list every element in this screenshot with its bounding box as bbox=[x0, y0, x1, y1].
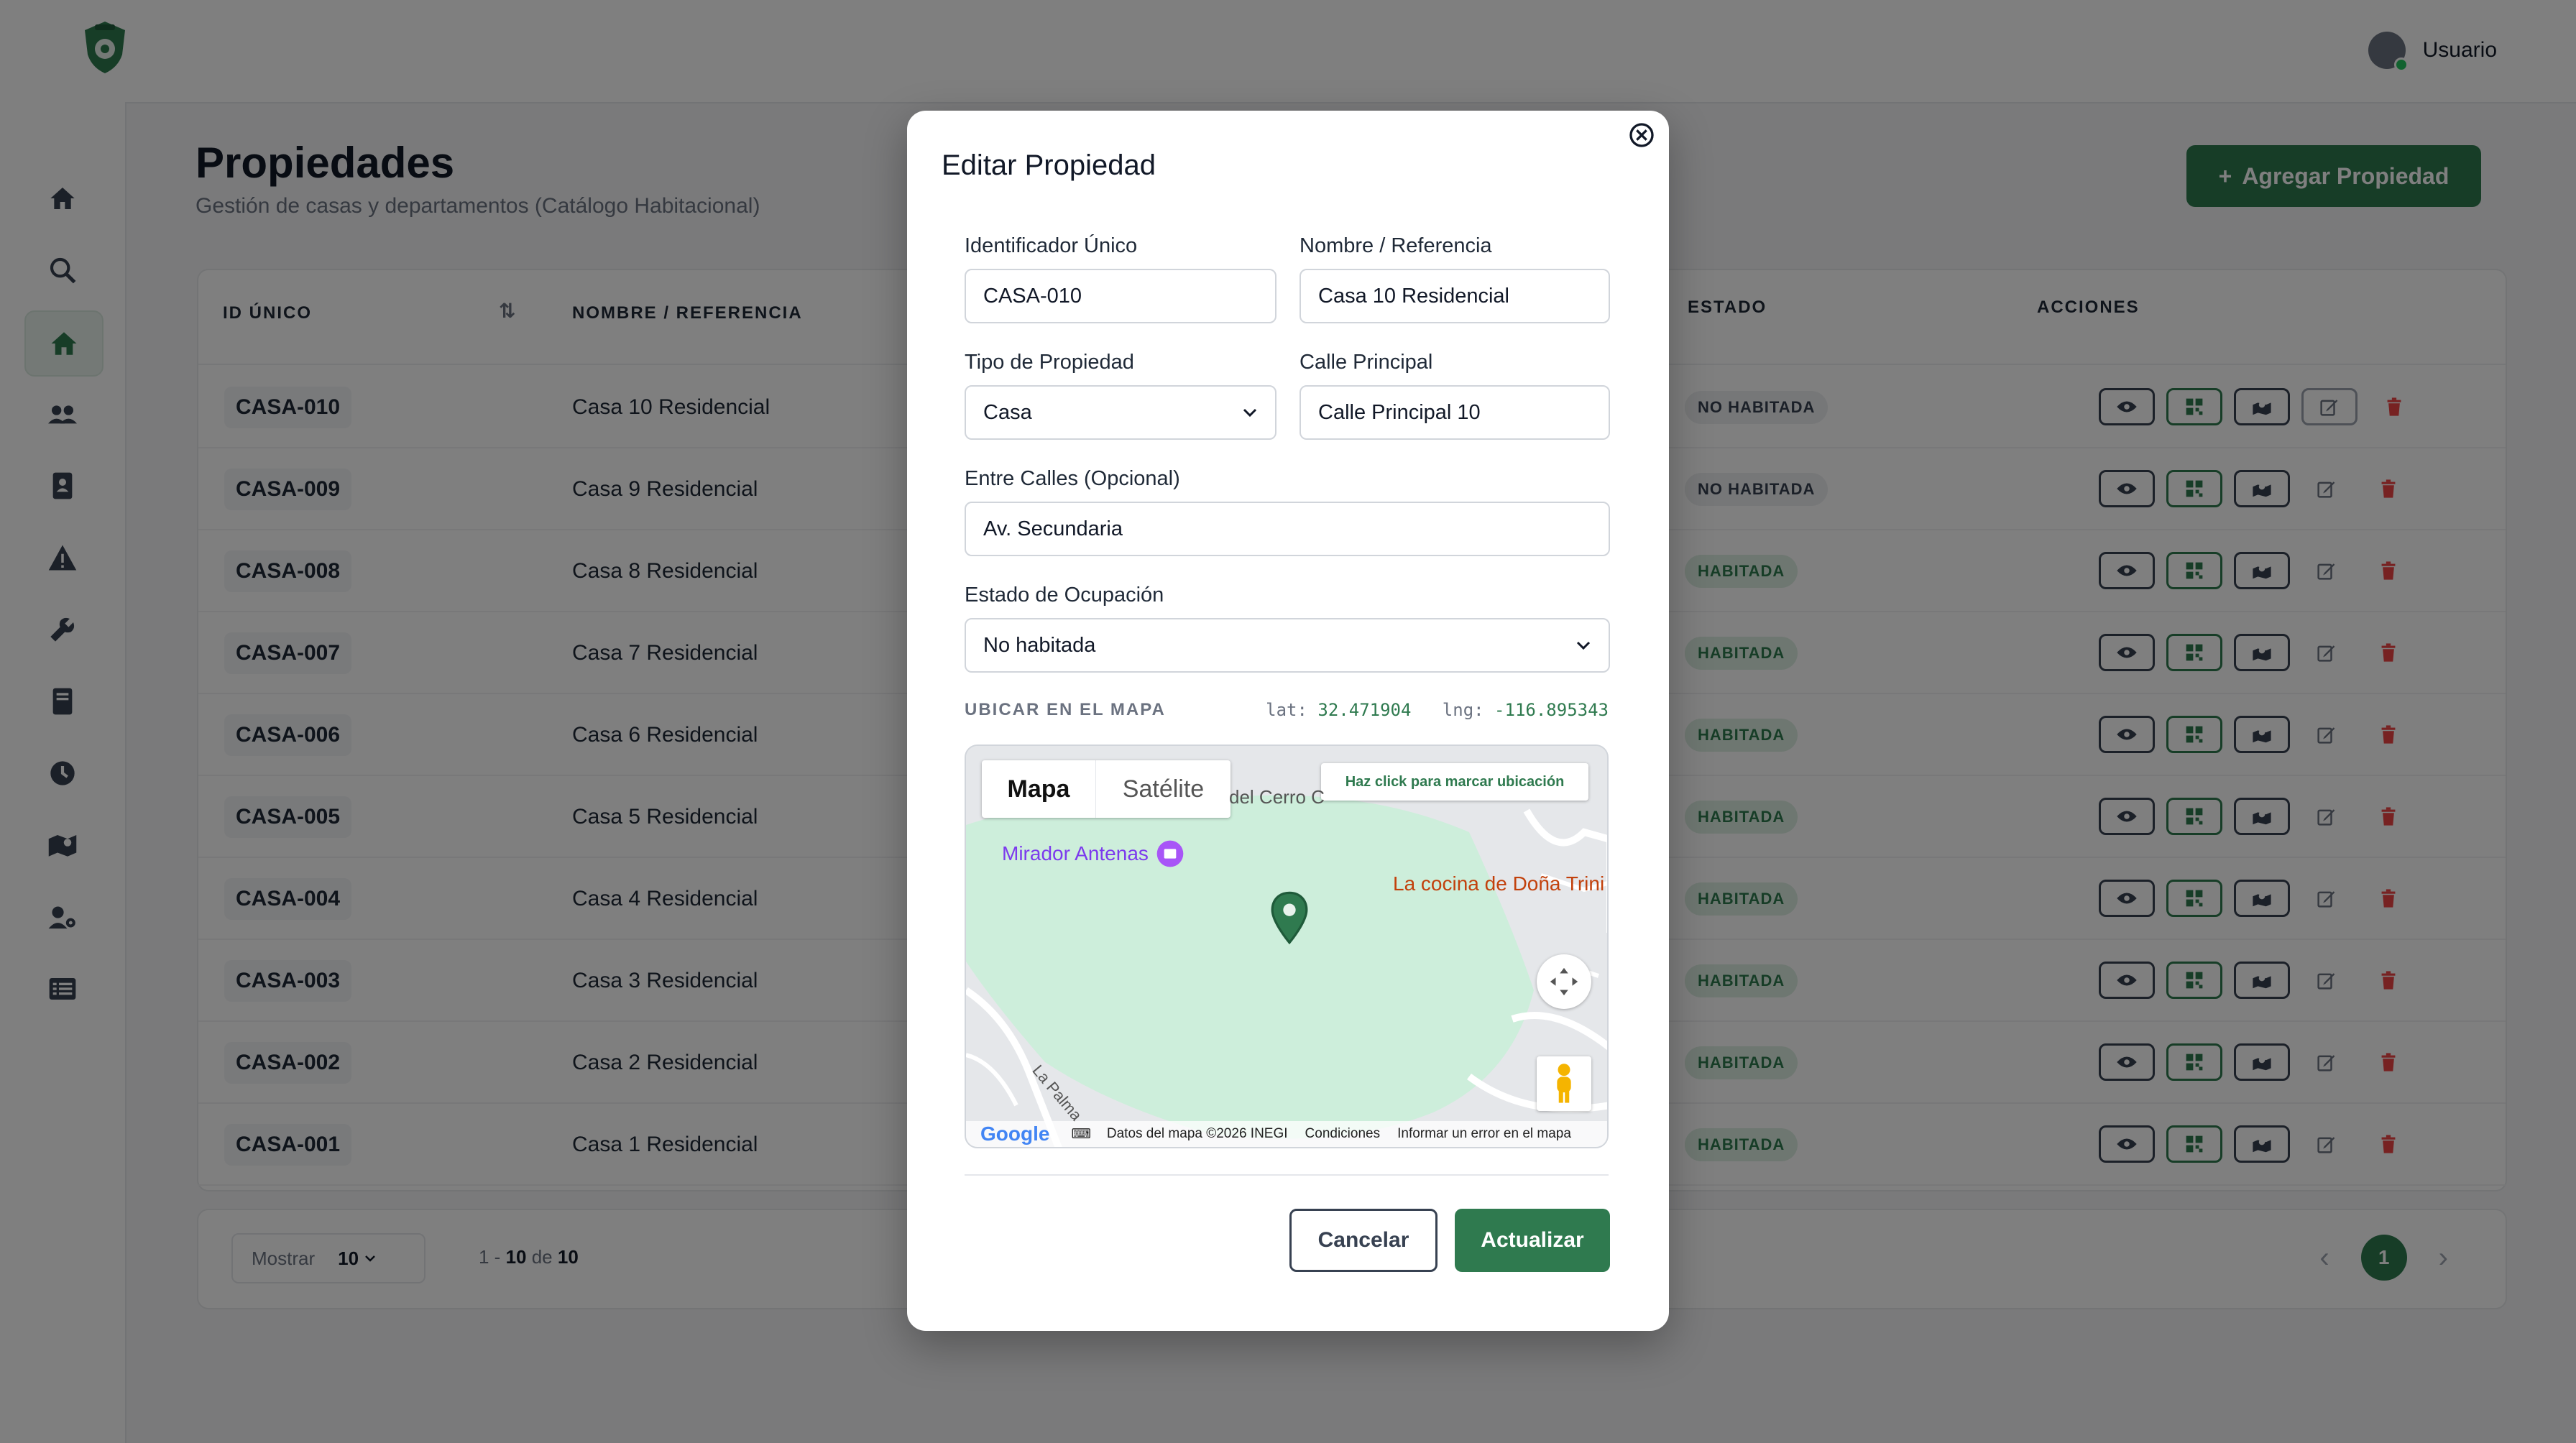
occupancy-label: Estado de Ocupación bbox=[965, 584, 1164, 607]
keyboard-icon[interactable]: ⌨ bbox=[1071, 1126, 1090, 1143]
update-button[interactable]: Actualizar bbox=[1455, 1209, 1610, 1272]
poi-mirador[interactable]: Mirador Antenas bbox=[1002, 839, 1184, 868]
lat-label: lat: bbox=[1266, 700, 1307, 720]
pegman-icon[interactable] bbox=[1537, 1056, 1591, 1111]
chevron-down-icon bbox=[1576, 641, 1591, 650]
name-input-value: Casa 10 Residencial bbox=[1318, 284, 1509, 308]
cross-streets-input[interactable]: Av. Secundaria bbox=[965, 502, 1610, 556]
type-select[interactable]: Casa bbox=[965, 385, 1276, 440]
edit-property-modal: Editar Propiedad Identificador Único CAS… bbox=[907, 111, 1669, 1331]
landmark-icon bbox=[1156, 840, 1184, 867]
type-label: Tipo de Propiedad bbox=[965, 351, 1134, 374]
poi-cocina-label[interactable]: La cocina de Doña Trini bbox=[1393, 872, 1604, 895]
divider bbox=[965, 1174, 1609, 1176]
name-label: Nombre / Referencia bbox=[1300, 234, 1492, 257]
map-type-control: Mapa Satélite bbox=[982, 760, 1230, 818]
occupancy-value: No habitada bbox=[983, 633, 1096, 657]
lng-label: lng: bbox=[1442, 700, 1484, 720]
id-input-value: CASA-010 bbox=[983, 284, 1082, 308]
modal-title: Editar Propiedad bbox=[942, 149, 1156, 181]
street-label: Calle Principal bbox=[1300, 351, 1433, 374]
id-label: Identificador Único bbox=[965, 234, 1138, 257]
map-data-attribution: Datos del mapa ©2026 INEGI bbox=[1106, 1126, 1288, 1141]
poi-mirador-label: Mirador Antenas bbox=[1002, 842, 1149, 865]
map-hint: Haz click para marcar ubicación bbox=[1321, 763, 1588, 801]
map-tab-satellite[interactable]: Satélite bbox=[1095, 760, 1230, 818]
map-label-cerro: del Cerro C bbox=[1229, 786, 1325, 808]
id-input[interactable]: CASA-010 bbox=[965, 269, 1276, 323]
map-header: UBICAR EN EL MAPA lat: 32.471904 lng: -1… bbox=[965, 700, 1609, 729]
chevron-down-icon bbox=[1243, 408, 1257, 418]
location-pin-icon[interactable] bbox=[1271, 891, 1308, 948]
google-logo: Google bbox=[980, 1122, 1050, 1145]
map-section-label: UBICAR EN EL MAPA bbox=[965, 700, 1166, 719]
lng-value: -116.895343 bbox=[1494, 700, 1609, 720]
cross-streets-label: Entre Calles (Opcional) bbox=[965, 467, 1180, 490]
lat-value: 32.471904 bbox=[1317, 700, 1412, 720]
map-report-link[interactable]: Informar un error en el mapa bbox=[1397, 1126, 1571, 1142]
name-input[interactable]: Casa 10 Residencial bbox=[1300, 269, 1610, 323]
coordinates: lat: 32.471904 lng: -116.895343 bbox=[1266, 700, 1609, 720]
map-terms-link[interactable]: Condiciones bbox=[1305, 1126, 1381, 1142]
street-input[interactable]: Calle Principal 10 bbox=[1300, 385, 1610, 440]
occupancy-select[interactable]: No habitada bbox=[965, 618, 1610, 673]
street-input-value: Calle Principal 10 bbox=[1318, 400, 1481, 424]
location-map[interactable]: Mapa Satélite Haz click para marcar ubic… bbox=[965, 744, 1609, 1148]
close-icon[interactable] bbox=[1627, 121, 1656, 149]
map-tab-map[interactable]: Mapa bbox=[982, 760, 1095, 818]
map-attribution-bar: Google ⌨ Datos del mapa ©2026 INEGI Cond… bbox=[966, 1121, 1607, 1147]
cross-streets-value: Av. Secundaria bbox=[983, 517, 1123, 540]
type-select-value: Casa bbox=[983, 400, 1032, 424]
camera-control-icon[interactable] bbox=[1537, 954, 1591, 1009]
cancel-button[interactable]: Cancelar bbox=[1289, 1209, 1438, 1272]
